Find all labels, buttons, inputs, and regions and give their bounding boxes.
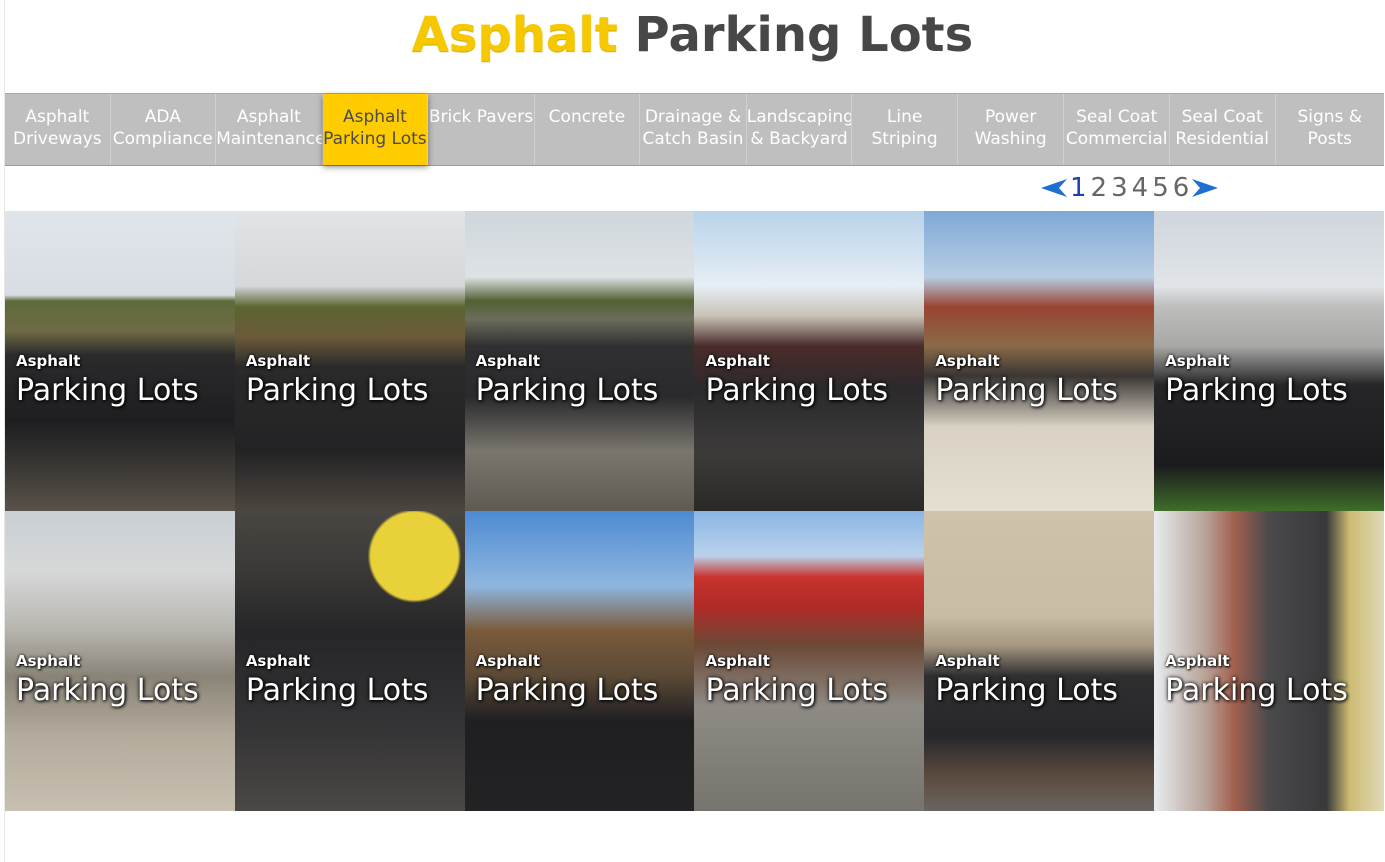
category-nav: Asphalt Driveways ADA Compliance Asphalt… — [5, 93, 1384, 166]
page-link-2[interactable]: 2 — [1089, 173, 1110, 203]
right-arrow-icon[interactable] — [1191, 178, 1219, 198]
nav-label-line1: Concrete — [548, 107, 626, 127]
tile-heading: Parking Lots — [1165, 373, 1348, 408]
tile-heading: Parking Lots — [16, 673, 199, 708]
tile-kicker: Asphalt — [935, 652, 1000, 670]
nav-item-line-striping[interactable]: Line Striping — [852, 94, 958, 165]
nav-label-line2: Residential — [1175, 129, 1270, 149]
nav-item-brick-pavers[interactable]: Brick Pavers — [428, 94, 535, 165]
tile-heading: Parking Lots — [935, 673, 1119, 708]
tile-heading: Parking Lots — [1165, 673, 1348, 708]
nav-item-drainage-catch-basin[interactable]: Drainage & Catch Basin — [640, 94, 747, 165]
nav-item-landscaping-backyard[interactable]: Landscaping & Backyard — [747, 94, 853, 165]
photo-gallery: Asphalt Parking Lots Asphalt Parking Lot… — [5, 211, 1384, 811]
nav-label-line1: Signs & — [1297, 107, 1363, 127]
tile-heading: Parking Lots — [475, 373, 659, 408]
tile-heading: Parking Lots — [705, 373, 889, 408]
gallery-tile[interactable]: Asphalt Parking Lots — [1154, 511, 1384, 811]
nav-label-line2: & Backyard — [750, 129, 848, 149]
nav-item-asphalt-driveways[interactable]: Asphalt Driveways — [5, 94, 111, 165]
nav-item-asphalt-maintenance[interactable]: Asphalt Maintenance — [216, 94, 323, 165]
nav-label-line2: Parking Lots — [323, 129, 427, 149]
tile-heading: Parking Lots — [16, 373, 199, 408]
page-title: Asphalt Parking Lots — [0, 0, 1385, 70]
page-link-6[interactable]: 6 — [1171, 173, 1192, 203]
nav-label-line2: Commercial — [1065, 129, 1168, 149]
nav-item-ada-compliance[interactable]: ADA Compliance — [111, 94, 217, 165]
gallery-tile[interactable]: Asphalt Parking Lots — [5, 511, 235, 811]
nav-label-line1: Drainage & — [644, 107, 742, 127]
tile-kicker: Asphalt — [935, 352, 1000, 370]
tile-kicker: Asphalt — [1165, 352, 1230, 370]
gallery-tile[interactable]: Asphalt Parking Lots — [924, 511, 1155, 811]
nav-label-line2: Catch Basin — [642, 129, 744, 149]
nav-label-line1: Asphalt — [25, 107, 90, 127]
tile-heading: Parking Lots — [705, 673, 889, 708]
nav-item-seal-coat-commercial[interactable]: Seal Coat Commercial — [1064, 94, 1170, 165]
tile-heading: Parking Lots — [245, 373, 429, 408]
nav-label-line1: Brick Pavers — [428, 107, 534, 127]
nav-item-concrete[interactable]: Concrete — [535, 94, 641, 165]
page-link-4[interactable]: 4 — [1130, 173, 1151, 203]
gallery-tile[interactable]: Asphalt Parking Lots — [234, 211, 465, 511]
tile-kicker: Asphalt — [245, 352, 311, 370]
page-link-5[interactable]: 5 — [1150, 173, 1171, 203]
gallery-tile[interactable]: Asphalt Parking Lots — [5, 211, 235, 511]
nav-item-seal-coat-residential[interactable]: Seal Coat Residential — [1170, 94, 1276, 165]
tile-kicker: Asphalt — [1165, 652, 1230, 670]
gallery-tile[interactable]: Asphalt Parking Lots — [694, 511, 925, 811]
nav-label-line2: Washing — [974, 129, 1047, 149]
page-link-1[interactable]: 1 — [1068, 173, 1089, 203]
nav-label-line1: Power — [984, 107, 1037, 127]
nav-item-signs-posts[interactable]: Signs & Posts — [1276, 94, 1385, 165]
nav-label-line2: Compliance — [112, 129, 213, 149]
page-link-3[interactable]: 3 — [1109, 173, 1130, 203]
tile-kicker: Asphalt — [705, 352, 770, 370]
tile-kicker: Asphalt — [475, 352, 541, 370]
tile-heading: Parking Lots — [475, 673, 659, 708]
nav-label-line2: Driveways — [12, 129, 102, 149]
nav-label-line1: Asphalt — [342, 107, 407, 127]
nav-label-line1: Line — [886, 107, 923, 127]
tile-kicker: Asphalt — [16, 352, 81, 370]
gallery-tile[interactable]: Asphalt Parking Lots — [694, 211, 925, 511]
tile-heading: Parking Lots — [245, 673, 429, 708]
tile-kicker: Asphalt — [475, 652, 541, 670]
title-rest: Parking Lots — [634, 7, 974, 63]
gallery-tile[interactable]: Asphalt Parking Lots — [234, 511, 465, 811]
nav-item-asphalt-parking-lots[interactable]: Asphalt Parking Lots — [322, 94, 429, 165]
gallery-tile[interactable]: Asphalt Parking Lots — [464, 211, 695, 511]
nav-label-line2: Striping — [871, 129, 938, 149]
gallery-tile[interactable]: Asphalt Parking Lots — [924, 211, 1155, 511]
nav-item-power-washing[interactable]: Power Washing — [958, 94, 1065, 165]
tile-kicker: Asphalt — [245, 652, 311, 670]
nav-label-line1: ADA — [144, 107, 181, 127]
nav-label-line1: Asphalt — [236, 107, 301, 127]
pagination: 1 2 3 4 5 6 — [1040, 170, 1219, 206]
gallery-tile[interactable]: Asphalt Parking Lots — [1154, 211, 1384, 511]
left-arrow-icon[interactable] — [1040, 178, 1068, 198]
nav-label-line1: Seal Coat — [1181, 107, 1263, 127]
nav-label-line2: Maintenance — [216, 129, 323, 149]
tile-heading: Parking Lots — [935, 373, 1119, 408]
tile-kicker: Asphalt — [16, 652, 81, 670]
gallery-tile[interactable]: Asphalt Parking Lots — [464, 511, 695, 811]
title-highlight: Asphalt — [411, 7, 618, 63]
nav-label-line1: Landscaping — [746, 107, 853, 127]
nav-label-line2: Posts — [1307, 129, 1352, 149]
nav-label-line1: Seal Coat — [1076, 107, 1158, 127]
tile-kicker: Asphalt — [705, 652, 770, 670]
